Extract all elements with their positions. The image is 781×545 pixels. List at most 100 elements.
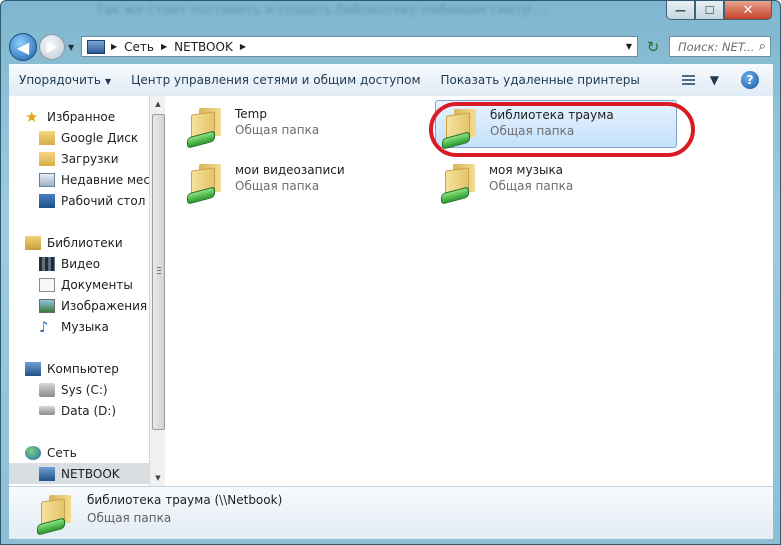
- view-dropdown-icon[interactable]: ▼: [700, 73, 729, 87]
- organize-button[interactable]: Упорядочить ▼: [9, 73, 121, 87]
- sidebar-label: Data (D:): [61, 403, 117, 418]
- sidebar-scrollbar[interactable]: ▲ ▼: [149, 96, 166, 486]
- network-computer-icon: [39, 466, 55, 481]
- back-arrow-icon: ◀: [16, 37, 30, 57]
- network-globe-icon: [25, 445, 41, 460]
- details-name: библиотека траума (\\Netbook): [87, 493, 283, 507]
- search-placeholder: Поиск: NET...: [678, 39, 755, 54]
- scroll-down-icon[interactable]: ▼: [150, 470, 166, 486]
- folder-item[interactable]: моя музыка Общая папка: [435, 156, 675, 205]
- address-dropdown-icon[interactable]: ▼: [621, 42, 637, 51]
- sidebar-libraries[interactable]: Библиотеки: [25, 232, 123, 253]
- chevron-right-icon[interactable]: ▶: [161, 42, 167, 51]
- details-type: Общая папка: [87, 511, 172, 525]
- folder-item[interactable]: мои видеозаписи Общая папка: [181, 156, 421, 205]
- red-highlight-ellipse: [429, 102, 695, 157]
- grip-icon: [157, 267, 161, 276]
- sidebar-item-desktop[interactable]: Рабочий стол: [39, 190, 145, 211]
- sidebar-label: Рабочий стол: [61, 193, 146, 208]
- sidebar-label: Музыка: [61, 319, 109, 334]
- sidebar-item-drive-d[interactable]: Data (D:): [39, 400, 116, 421]
- show-printers-button[interactable]: Показать удаленные принтеры: [431, 73, 650, 87]
- scroll-up-icon[interactable]: ▲: [150, 96, 166, 112]
- sidebar-item-pictures[interactable]: Изображения: [39, 295, 147, 316]
- sidebar-favorites[interactable]: ★ Избранное: [25, 106, 115, 127]
- desktop-icon: [39, 193, 55, 208]
- search-input[interactable]: Поиск: NET... ⌕: [669, 36, 771, 57]
- sidebar-label: Google Диск: [61, 130, 139, 145]
- system-drive-icon: [39, 382, 55, 397]
- breadcrumb-network[interactable]: Сеть: [124, 40, 154, 54]
- folder-name: моя музыка: [489, 163, 564, 177]
- forward-button[interactable]: ▶: [39, 34, 65, 60]
- organize-label: Упорядочить: [19, 73, 101, 87]
- chevron-right-icon[interactable]: ▶: [111, 42, 117, 51]
- downloads-folder-icon: [39, 151, 55, 166]
- back-button[interactable]: ◀: [9, 33, 37, 61]
- navigation-pane: ★ Избранное Google Диск Загрузки Недавние…: [9, 96, 149, 486]
- view-grid-icon: [682, 74, 696, 86]
- sidebar-item-google-drive[interactable]: Google Диск: [39, 127, 138, 148]
- maximize-button[interactable]: ☐: [695, 1, 724, 20]
- video-library-icon: [39, 256, 55, 271]
- explorer-window: Так же стоит поставить и создать библиот…: [0, 0, 781, 545]
- sidebar-label: Видео: [61, 256, 101, 271]
- sidebar-label: Библиотеки: [47, 235, 123, 250]
- sidebar-network[interactable]: Сеть: [25, 442, 77, 463]
- scroll-thumb[interactable]: [152, 114, 165, 430]
- command-bar: Упорядочить ▼ Центр управления сетями и о…: [9, 64, 773, 97]
- documents-library-icon: [39, 277, 55, 292]
- folder-item[interactable]: Temp Общая папка: [181, 100, 421, 149]
- sidebar-label: NETBOOK: [61, 466, 120, 481]
- folder-name: Temp: [235, 107, 267, 121]
- sidebar-label: Сеть: [47, 445, 77, 460]
- navigation-buttons: ◀ ▶ ▼: [9, 33, 74, 61]
- address-bar[interactable]: ▶ Сеть ▶ NETBOOK ▶ ▼: [81, 36, 638, 57]
- sidebar-item-music[interactable]: ♪ Музыка: [39, 316, 109, 337]
- sidebar-label: Избранное: [47, 109, 116, 124]
- folder-name: мои видеозаписи: [235, 163, 345, 177]
- toolbar-right: ▼ ?: [678, 71, 773, 89]
- sidebar-label: Изображения: [61, 298, 148, 313]
- sidebar-label: Загрузки: [61, 151, 119, 166]
- refresh-button[interactable]: ↻: [642, 36, 664, 57]
- music-library-icon: ♪: [39, 317, 49, 336]
- recent-pages-dropdown[interactable]: ▼: [68, 43, 74, 52]
- network-center-button[interactable]: Центр управления сетями и общим доступом: [121, 73, 430, 87]
- refresh-icon: ↻: [646, 37, 660, 56]
- sidebar-item-downloads[interactable]: Загрузки: [39, 148, 119, 169]
- close-button[interactable]: ✕: [724, 1, 772, 20]
- shared-folder-icon: [37, 491, 77, 536]
- folder-type: Общая папка: [235, 123, 320, 137]
- shared-folder-icon: [187, 104, 227, 149]
- minimize-button[interactable]: —: [666, 1, 695, 20]
- details-pane: библиотека траума (\\Netbook) Общая папк…: [9, 486, 773, 539]
- sidebar-item-netbook[interactable]: NETBOOK: [9, 463, 149, 484]
- folder-type: Общая папка: [489, 179, 574, 193]
- sidebar-item-video[interactable]: Видео: [39, 253, 100, 274]
- pictures-library-icon: [39, 298, 55, 313]
- sidebar-computer[interactable]: Компьютер: [25, 358, 119, 379]
- sidebar-label: Sys (C:): [61, 382, 108, 397]
- view-options-button[interactable]: [678, 71, 700, 89]
- caption-buttons: — ☐ ✕: [666, 1, 772, 20]
- help-button[interactable]: ?: [741, 71, 759, 89]
- window-title: Так же стоит поставить и создать библиот…: [96, 3, 548, 18]
- shared-folder-icon: [441, 160, 481, 205]
- sidebar-item-documents[interactable]: Документы: [39, 274, 133, 295]
- sidebar-item-recent-places[interactable]: Недавние места: [39, 169, 149, 190]
- folder-type: Общая папка: [235, 179, 320, 193]
- search-icon[interactable]: ⌕: [759, 39, 766, 54]
- google-drive-folder-icon: [39, 130, 55, 145]
- star-icon: ★: [25, 107, 39, 126]
- sidebar-item-drive-c[interactable]: Sys (C:): [39, 379, 108, 400]
- sidebar-label: Компьютер: [47, 361, 119, 376]
- computer-icon: [25, 361, 41, 376]
- sidebar-label: Недавние места: [61, 172, 149, 187]
- libraries-icon: [25, 235, 41, 250]
- forward-arrow-icon: ▶: [46, 39, 58, 55]
- data-drive-icon: [39, 406, 55, 415]
- chevron-right-icon[interactable]: ▶: [240, 42, 246, 51]
- breadcrumb-netbook[interactable]: NETBOOK: [174, 40, 233, 54]
- sidebar-label: Документы: [61, 277, 133, 292]
